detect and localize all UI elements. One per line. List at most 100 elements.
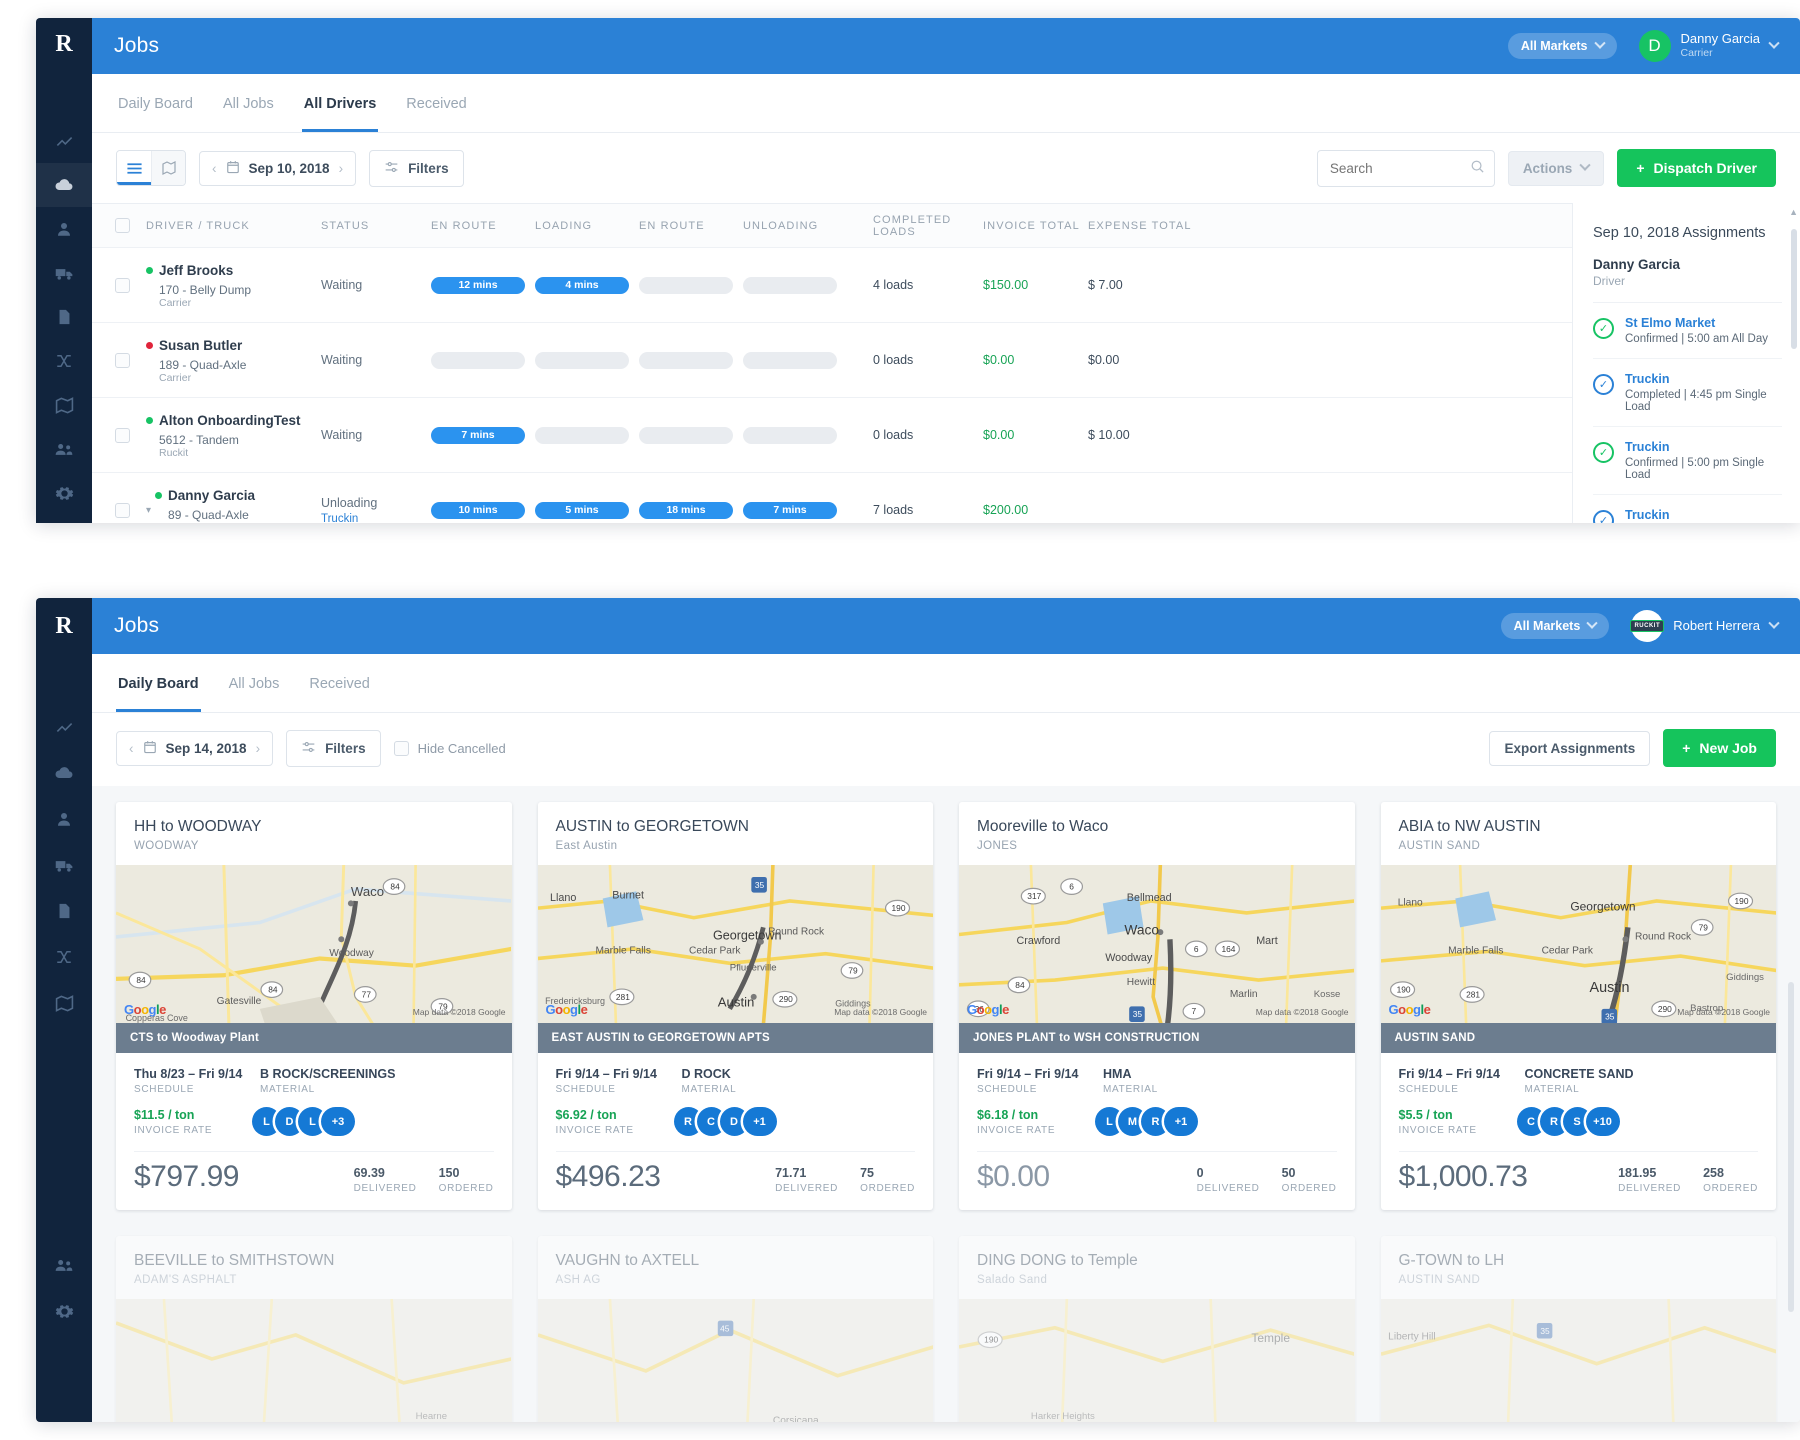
job-route-map[interactable]: 45 Corsicana: [538, 1299, 934, 1422]
job-delivered-value: 0: [1197, 1166, 1260, 1180]
hide-cancelled-toggle[interactable]: Hide Cancelled: [394, 741, 506, 756]
shuffle-icon[interactable]: [36, 934, 92, 980]
job-card[interactable]: VAUGHN to AXTELL ASH AG 45 Corsicana: [538, 1236, 934, 1422]
expand-row-icon[interactable]: ▾: [146, 505, 151, 516]
analytics-icon[interactable]: [36, 704, 92, 750]
chevron-right-icon[interactable]: ›: [339, 161, 344, 176]
job-route-map[interactable]: Llano Burnet Georgetown Round Rock Marbl…: [538, 865, 934, 1023]
job-route-map[interactable]: Liberty Hill 35: [1381, 1299, 1777, 1422]
job-card[interactable]: AUSTIN to GEORGETOWN East Austin: [538, 802, 934, 1210]
list-view-icon[interactable]: [117, 151, 151, 185]
assignment-title[interactable]: Truckin: [1625, 440, 1782, 454]
map-view-icon[interactable]: [151, 151, 185, 185]
driver-bubble-overflow[interactable]: +1: [743, 1107, 777, 1136]
job-driver-bubbles[interactable]: L D L +3: [252, 1107, 355, 1136]
gear-icon[interactable]: [36, 471, 92, 515]
dispatch-driver-button[interactable]: + Dispatch Driver: [1617, 149, 1776, 187]
job-route-map[interactable]: 190 Temple Harker Heights: [959, 1299, 1355, 1422]
chevron-left-icon[interactable]: ‹: [212, 161, 217, 176]
analytics-icon[interactable]: [36, 119, 92, 163]
row-status-job[interactable]: Truckin: [321, 513, 431, 524]
driver-bubble-overflow[interactable]: +10: [1586, 1107, 1620, 1136]
assignment-item[interactable]: ✓ Truckin Confirmed | 5:00 pm Single Loa…: [1593, 427, 1782, 495]
driver-bubble-overflow[interactable]: +1: [1164, 1107, 1198, 1136]
people-icon[interactable]: [36, 1242, 92, 1288]
job-driver-bubbles[interactable]: R C D +1: [674, 1107, 777, 1136]
truck-icon[interactable]: [36, 251, 92, 295]
market-selector[interactable]: All Markets: [1501, 613, 1610, 639]
table-row[interactable]: Alton OnboardingTest 5612 - Tandem Rucki…: [92, 398, 1572, 473]
assignment-item[interactable]: ✓ St Elmo Market Confirmed | 5:00 am All…: [1593, 303, 1782, 359]
job-schedule-label: SCHEDULE: [1399, 1084, 1517, 1095]
row-checkbox[interactable]: [115, 428, 130, 443]
export-assignments-button[interactable]: Export Assignments: [1489, 731, 1650, 766]
user-menu[interactable]: D Danny Garcia Carrier: [1639, 30, 1778, 62]
tab-daily-board[interactable]: Daily Board: [116, 74, 195, 132]
cloud-icon[interactable]: [36, 750, 92, 796]
job-driver-bubbles[interactable]: C R S +10: [1517, 1107, 1620, 1136]
driver-icon[interactable]: [36, 796, 92, 842]
row-checkbox[interactable]: [115, 278, 130, 293]
job-card[interactable]: BEEVILLE to SMITHSTOWN ADAM'S ASPHALT He…: [116, 1236, 512, 1422]
document-icon[interactable]: [36, 888, 92, 934]
scroll-up-arrow[interactable]: ▲: [1789, 207, 1798, 217]
assignment-title[interactable]: Truckin: [1625, 372, 1782, 386]
assignments-scrollbar[interactable]: [1791, 229, 1797, 349]
job-route-map[interactable]: Waco Gatesville Woodway Killeen Temple C…: [116, 865, 512, 1023]
cloud-icon[interactable]: [36, 163, 92, 207]
job-card[interactable]: ABIA to NW AUSTIN AUSTIN SAND: [1381, 802, 1777, 1210]
driver-icon[interactable]: [36, 207, 92, 251]
select-all-checkbox[interactable]: [115, 218, 130, 233]
search-field[interactable]: [1317, 150, 1495, 187]
job-route-map[interactable]: Bellmead Waco Crawford Woodway Hewitt Ma…: [959, 865, 1355, 1023]
date-picker[interactable]: ‹ Sep 10, 2018 ›: [199, 151, 356, 186]
new-job-button[interactable]: + New Job: [1663, 729, 1776, 767]
row-checkbox[interactable]: [115, 503, 130, 518]
chevron-left-icon[interactable]: ‹: [129, 741, 134, 756]
market-selector[interactable]: All Markets: [1508, 33, 1617, 59]
shuffle-icon[interactable]: [36, 339, 92, 383]
tab-daily-board[interactable]: Daily Board: [116, 654, 201, 712]
table-row[interactable]: ▾ Danny Garcia 89 - Quad-Axle Ruckit Unl…: [92, 473, 1572, 523]
gear-icon[interactable]: [36, 1288, 92, 1334]
brand-logo[interactable]: R: [36, 598, 92, 654]
truck-icon[interactable]: [36, 842, 92, 888]
assignment-item[interactable]: ✓ Truckin Completed | 4:45 pm Single Loa…: [1593, 495, 1782, 523]
people-icon[interactable]: [36, 427, 92, 471]
job-route-map[interactable]: Hearne 190: [116, 1299, 512, 1422]
board-scrollbar[interactable]: [1788, 982, 1794, 1312]
hide-cancelled-checkbox[interactable]: [394, 741, 409, 756]
search-input[interactable]: [1317, 150, 1495, 187]
brand-logo[interactable]: R: [36, 18, 92, 72]
tab-all-drivers[interactable]: All Drivers: [302, 74, 379, 132]
table-row[interactable]: Jeff Brooks 170 - Belly Dump Carrier Wai…: [92, 248, 1572, 323]
document-icon[interactable]: [36, 295, 92, 339]
view-toggle[interactable]: [116, 150, 186, 186]
job-total-amount: $1,000.73: [1399, 1160, 1528, 1194]
map-icon[interactable]: [36, 980, 92, 1026]
job-route-map[interactable]: Georgetown Round Rock Marble Falls Cedar…: [1381, 865, 1777, 1023]
job-card[interactable]: HH to WOODWAY WOODWAY: [116, 802, 512, 1210]
tab-all-jobs[interactable]: All Jobs: [221, 74, 276, 132]
map-icon[interactable]: [36, 383, 92, 427]
col-invoice-total: INVOICE TOTAL: [983, 220, 1088, 232]
job-card[interactable]: DING DONG to Temple Salado Sand 190 Temp…: [959, 1236, 1355, 1422]
job-card[interactable]: Mooreville to Waco JONES: [959, 802, 1355, 1210]
table-row[interactable]: Susan Butler 189 - Quad-Axle Carrier Wai…: [92, 323, 1572, 398]
job-card[interactable]: G-TOWN to LH AUSTIN SAND Liberty Hill 35: [1381, 1236, 1777, 1422]
filters-button[interactable]: Filters: [286, 730, 381, 767]
assignment-item[interactable]: ✓ Truckin Completed | 4:45 pm Single Loa…: [1593, 359, 1782, 427]
tab-received[interactable]: Received: [404, 74, 468, 132]
row-checkbox[interactable]: [115, 353, 130, 368]
assignment-title[interactable]: St Elmo Market: [1625, 316, 1768, 330]
assignment-title[interactable]: Truckin: [1625, 508, 1782, 522]
driver-bubble-overflow[interactable]: +3: [321, 1107, 355, 1136]
actions-button[interactable]: Actions: [1508, 151, 1605, 186]
filters-button[interactable]: Filters: [369, 150, 464, 187]
date-picker[interactable]: ‹ Sep 14, 2018 ›: [116, 731, 273, 766]
chevron-right-icon[interactable]: ›: [256, 741, 261, 756]
tab-received[interactable]: Received: [307, 654, 371, 712]
job-driver-bubbles[interactable]: L M R +1: [1095, 1107, 1198, 1136]
user-menu[interactable]: RUCKIT Robert Herrera: [1631, 610, 1778, 642]
tab-all-jobs[interactable]: All Jobs: [227, 654, 282, 712]
